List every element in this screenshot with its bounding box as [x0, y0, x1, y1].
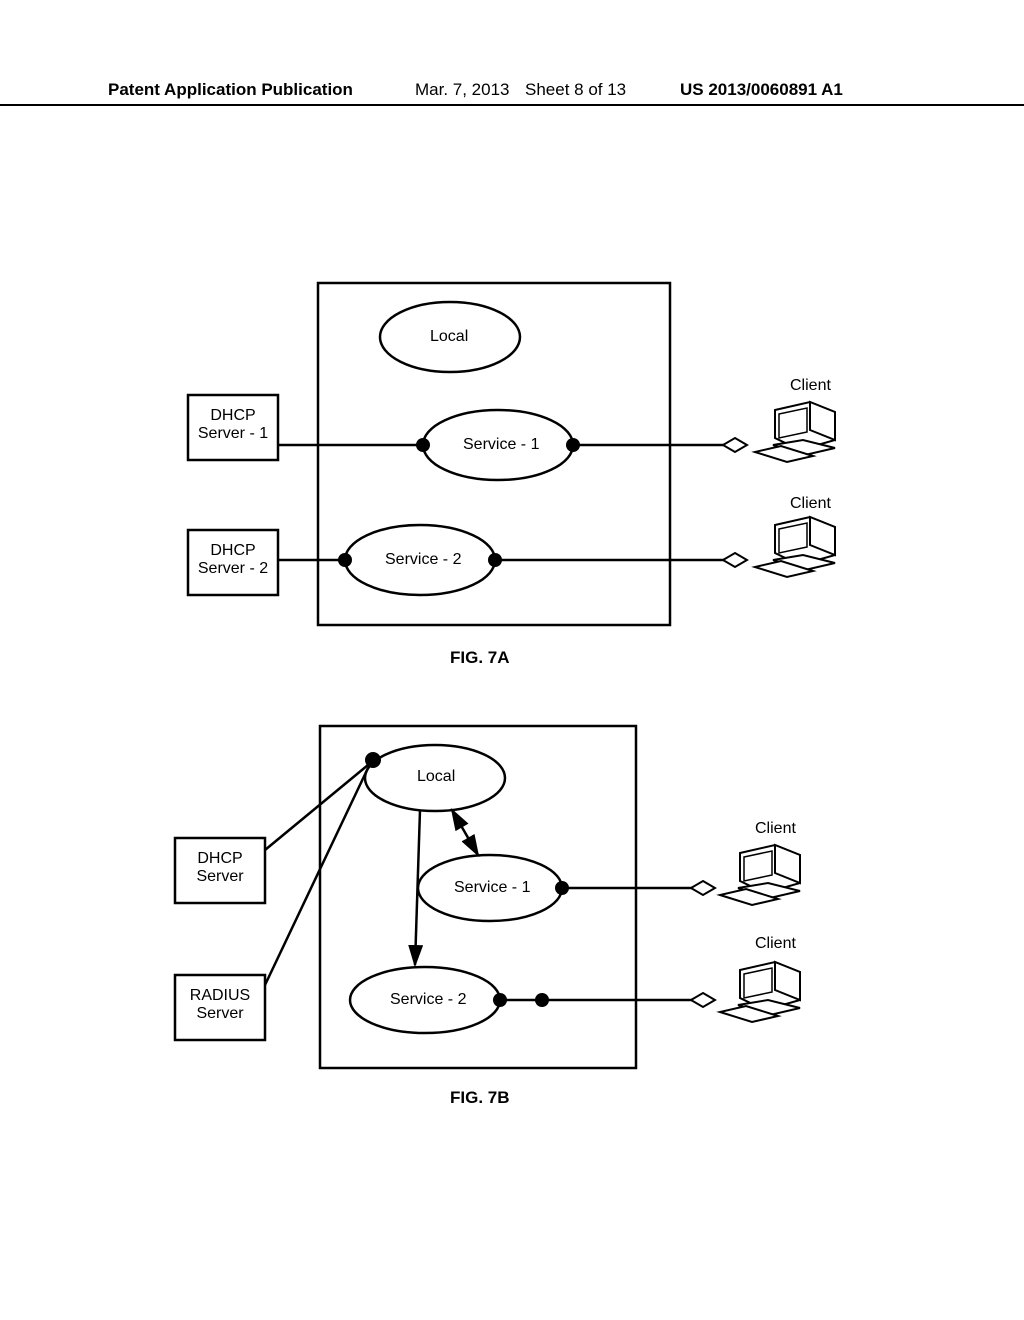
- figure-7b-svg: [0, 0, 1024, 1200]
- radius-server-label: RADIUS Server: [175, 987, 265, 1023]
- client2-label-b: Client: [755, 935, 796, 953]
- dhcp-server-label-b: DHCP Server: [175, 850, 265, 886]
- dhcpB-line2: Server: [175, 868, 265, 886]
- radius-line1: RADIUS: [175, 987, 265, 1005]
- figure-7b-caption: FIG. 7B: [450, 1088, 510, 1108]
- client1-label-b: Client: [755, 820, 796, 838]
- service2-ellipse-label-b: Service - 2: [390, 991, 466, 1009]
- patent-page: Patent Application Publication Mar. 7, 2…: [0, 0, 1024, 1320]
- local-ellipse-label-b: Local: [417, 768, 455, 786]
- radius-line2: Server: [175, 1005, 265, 1023]
- service1-ellipse-label-b: Service - 1: [454, 879, 530, 897]
- dhcpB-line1: DHCP: [175, 850, 265, 868]
